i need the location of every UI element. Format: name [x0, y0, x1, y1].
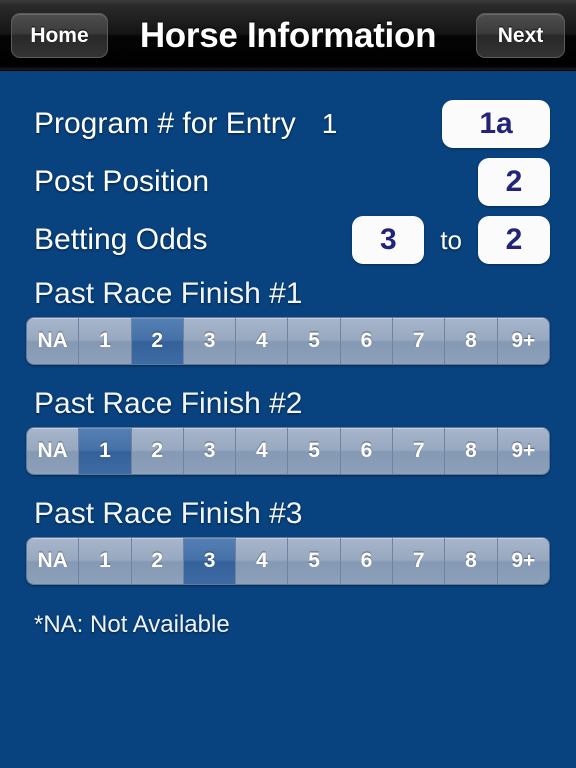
segment-option-9plus[interactable]: 9+	[497, 428, 549, 474]
past-race-finish-3-segmented-control[interactable]: NA 1 2 3 4 5 6 7 8 9+	[26, 537, 550, 585]
segment-option-9plus[interactable]: 9+	[497, 318, 549, 364]
home-button[interactable]: Home	[11, 13, 108, 58]
segment-option-5[interactable]: 5	[288, 538, 341, 584]
segment-option-9plus[interactable]: 9+	[497, 538, 549, 584]
segment-option-2[interactable]: 2	[131, 428, 184, 474]
betting-odds-denominator-input[interactable]: 2	[478, 216, 550, 264]
segment-option-6[interactable]: 6	[340, 318, 394, 364]
segment-option-3[interactable]: 3	[183, 318, 237, 364]
program-number-row: Program # for Entry 1 1a	[0, 95, 576, 153]
post-position-input[interactable]: 2	[478, 158, 550, 206]
segment-option-1[interactable]: 1	[79, 428, 132, 474]
segment-option-4[interactable]: 4	[236, 538, 289, 584]
segment-option-4[interactable]: 4	[236, 318, 289, 364]
betting-odds-numerator-input[interactable]: 3	[352, 216, 425, 264]
betting-odds-to-label: to	[440, 224, 462, 255]
segment-option-2[interactable]: 2	[131, 538, 184, 584]
segment-option-na[interactable]: NA	[27, 428, 80, 474]
segment-option-4[interactable]: 4	[236, 428, 289, 474]
segment-option-7[interactable]: 7	[393, 538, 446, 584]
app-screen: Home Horse Information Next Program # fo…	[0, 0, 576, 768]
segment-option-na[interactable]: NA	[27, 318, 80, 364]
past-race-finish-1-heading: Past Race Finish #1	[34, 277, 303, 310]
program-number-input[interactable]: 1a	[442, 100, 550, 148]
past-race-finish-1-segmented-control[interactable]: NA 1 2 3 4 5 6 7 8 9+	[26, 317, 550, 365]
form-content: Program # for Entry 1 1a Post Position 2…	[0, 95, 576, 639]
betting-odds-label: Betting Odds	[34, 223, 208, 256]
segment-option-7[interactable]: 7	[393, 428, 446, 474]
segment-option-3[interactable]: 3	[183, 428, 237, 474]
segment-option-na[interactable]: NA	[27, 538, 80, 584]
navigation-bar: Home Horse Information Next	[0, 0, 576, 71]
segment-option-3[interactable]: 3	[183, 538, 237, 584]
segment-option-5[interactable]: 5	[288, 318, 341, 364]
post-position-row: Post Position 2	[0, 153, 576, 211]
past-race-finish-2-heading: Past Race Finish #2	[34, 387, 303, 420]
past-race-finish-2-segmented-control[interactable]: NA 1 2 3 4 5 6 7 8 9+	[26, 427, 550, 475]
segment-option-8[interactable]: 8	[445, 318, 498, 364]
segment-option-1[interactable]: 1	[79, 538, 132, 584]
segment-option-6[interactable]: 6	[340, 538, 394, 584]
segment-option-5[interactable]: 5	[288, 428, 341, 474]
segment-option-6[interactable]: 6	[340, 428, 394, 474]
segment-option-8[interactable]: 8	[445, 428, 498, 474]
program-number-label: Program # for Entry	[34, 107, 296, 140]
past-race-finish-3-control-wrap: NA 1 2 3 4 5 6 7 8 9+	[0, 537, 576, 585]
na-footnote: *NA: Not Available	[34, 611, 230, 638]
segment-option-7[interactable]: 7	[393, 318, 446, 364]
past-race-finish-2-control-wrap: NA 1 2 3 4 5 6 7 8 9+	[0, 427, 576, 475]
next-button[interactable]: Next	[476, 13, 565, 58]
segment-option-8[interactable]: 8	[445, 538, 498, 584]
past-race-finish-1-control-wrap: NA 1 2 3 4 5 6 7 8 9+	[0, 317, 576, 365]
program-entry-number: 1	[321, 108, 338, 139]
past-race-finish-3-heading: Past Race Finish #3	[34, 497, 303, 530]
segment-option-2[interactable]: 2	[131, 318, 184, 364]
betting-odds-row: Betting Odds 3 to 2	[0, 211, 576, 269]
post-position-label: Post Position	[34, 165, 210, 198]
segment-option-1[interactable]: 1	[79, 318, 132, 364]
